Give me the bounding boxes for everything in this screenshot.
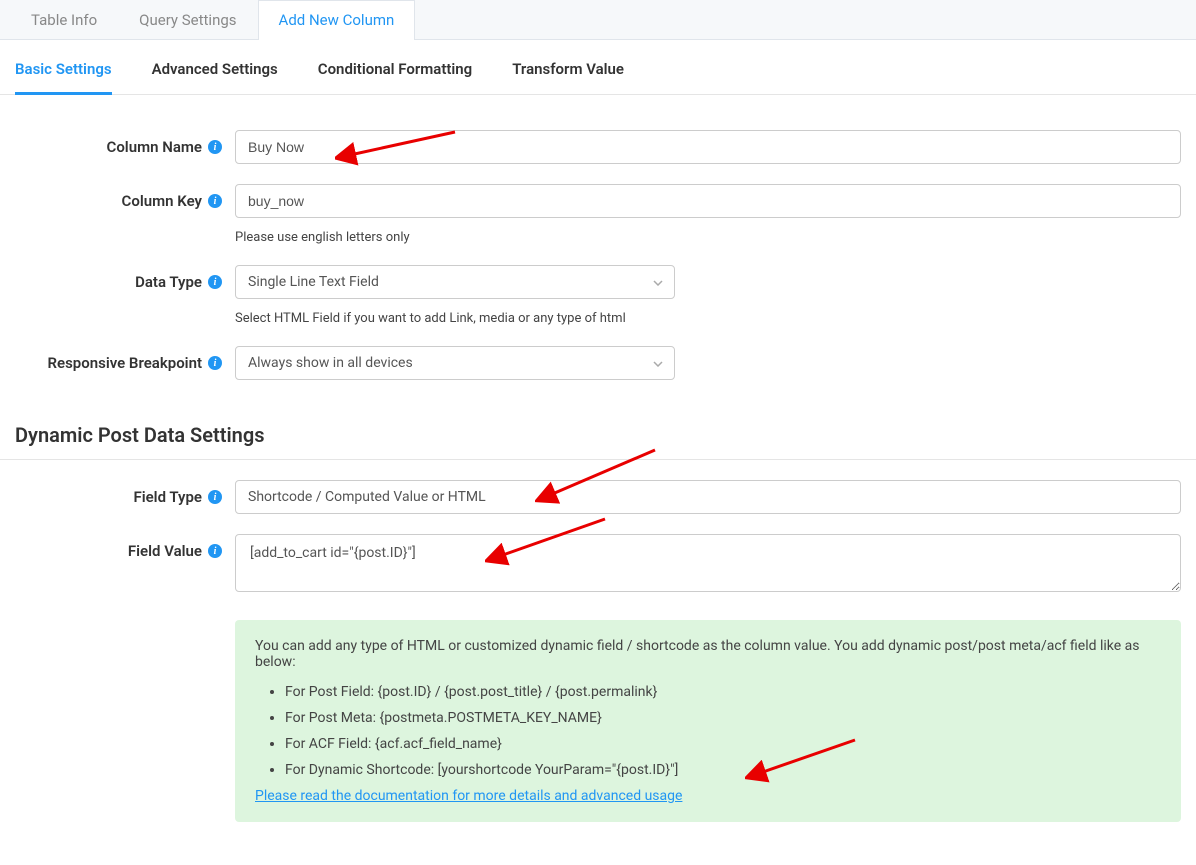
label-column-name-text: Column Name xyxy=(107,138,202,156)
label-field-value: Field Value i xyxy=(15,534,230,560)
tab-add-new-column[interactable]: Add New Column xyxy=(258,0,416,40)
documentation-link[interactable]: Please read the documentation for more d… xyxy=(255,788,682,804)
tab-table-info[interactable]: Table Info xyxy=(10,0,118,39)
label-field-type: Field Type i xyxy=(15,480,230,506)
label-responsive-breakpoint-text: Responsive Breakpoint xyxy=(47,354,202,372)
info-icon[interactable]: i xyxy=(208,275,222,289)
column-key-help: Please use english letters only xyxy=(235,230,1181,245)
subtab-transform-value[interactable]: Transform Value xyxy=(512,60,624,95)
info-box-item: For Dynamic Shortcode: [yourshortcode Yo… xyxy=(285,762,1161,778)
label-data-type: Data Type i xyxy=(15,265,230,291)
tab-query-settings[interactable]: Query Settings xyxy=(118,0,257,39)
label-data-type-text: Data Type xyxy=(135,273,202,291)
subtab-basic-settings[interactable]: Basic Settings xyxy=(15,60,112,95)
label-responsive-breakpoint: Responsive Breakpoint i xyxy=(15,346,230,372)
info-icon[interactable]: i xyxy=(208,544,222,558)
field-type-select[interactable]: Shortcode / Computed Value or HTML xyxy=(235,480,1181,514)
section-heading-dynamic-post-data: Dynamic Post Data Settings xyxy=(0,395,1196,460)
responsive-breakpoint-select[interactable]: Always show in all devices xyxy=(235,346,675,380)
sub-tabs: Basic Settings Advanced Settings Conditi… xyxy=(0,40,1196,95)
info-box-item: For Post Field: {post.ID} / {post.post_t… xyxy=(285,684,1161,700)
info-box: You can add any type of HTML or customiz… xyxy=(235,620,1181,822)
column-key-input[interactable] xyxy=(235,184,1181,218)
info-box-intro: You can add any type of HTML or customiz… xyxy=(255,638,1161,670)
info-box-item: For Post Meta: {postmeta.POSTMETA_KEY_NA… xyxy=(285,710,1161,726)
info-icon[interactable]: i xyxy=(208,356,222,370)
info-icon[interactable]: i xyxy=(208,194,222,208)
data-type-select[interactable]: Single Line Text Field xyxy=(235,265,675,299)
subtab-conditional-formatting[interactable]: Conditional Formatting xyxy=(318,60,472,95)
label-column-name: Column Name i xyxy=(15,130,230,156)
info-icon[interactable]: i xyxy=(208,140,222,154)
subtab-advanced-settings[interactable]: Advanced Settings xyxy=(152,60,278,95)
top-tabs: Table Info Query Settings Add New Column xyxy=(0,0,1196,40)
label-column-key-text: Column Key xyxy=(122,192,202,210)
label-field-value-text: Field Value xyxy=(128,542,202,560)
label-column-key: Column Key i xyxy=(15,184,230,210)
info-icon[interactable]: i xyxy=(208,490,222,504)
info-box-list: For Post Field: {post.ID} / {post.post_t… xyxy=(255,684,1161,778)
label-field-type-text: Field Type xyxy=(133,488,202,506)
info-box-item: For ACF Field: {acf.acf_field_name} xyxy=(285,736,1161,752)
data-type-help: Select HTML Field if you want to add Lin… xyxy=(235,311,1181,326)
column-name-input[interactable] xyxy=(235,130,1181,164)
field-value-textarea[interactable]: [add_to_cart id="{post.ID}"] xyxy=(235,534,1181,592)
